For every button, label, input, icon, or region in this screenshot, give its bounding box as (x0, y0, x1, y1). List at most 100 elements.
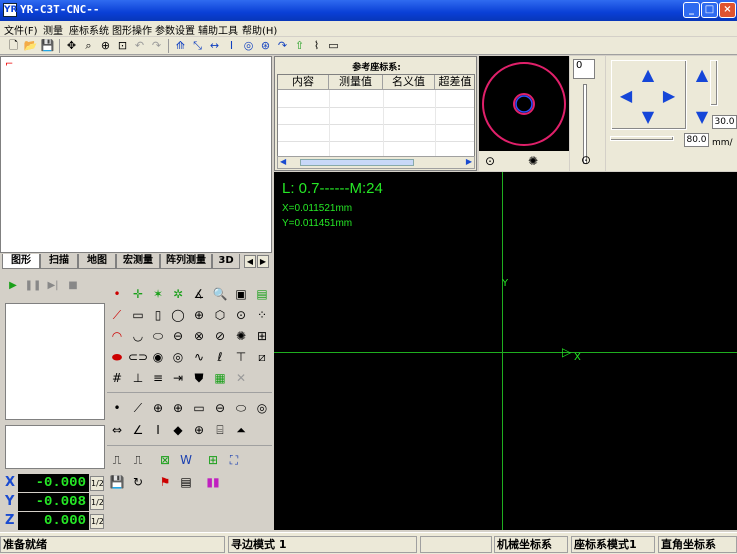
parallel-lines-icon[interactable]: ≡ (148, 368, 168, 388)
clipboard-icon[interactable]: ▤ (176, 472, 196, 492)
scroll-right-icon[interactable]: ▶ (466, 157, 472, 166)
cross-point-icon[interactable]: ✛ (128, 284, 148, 304)
plane-icon[interactable]: ◆ (168, 420, 188, 440)
arc-measure-icon[interactable]: ◠ (107, 326, 127, 346)
jog-down-icon[interactable]: ▼ (638, 107, 658, 127)
frame-icon[interactable]: ⊞ (252, 326, 272, 346)
loop-curve-icon[interactable]: ℓ (210, 347, 230, 367)
coord-resolution-y[interactable]: 1/2 (90, 495, 104, 510)
feature-list[interactable] (5, 303, 105, 420)
graphic-preview[interactable]: ⌐ (0, 56, 272, 253)
tab-scroll-right-icon[interactable]: ▶ (257, 255, 269, 268)
measurement-display[interactable]: L: 0.7------M:24 X=0.011521mm Y=0.011451… (274, 172, 737, 530)
jog-up-icon[interactable]: ▲ (638, 65, 658, 85)
construct-point-icon[interactable]: • (107, 398, 127, 418)
menu-measure[interactable]: 测量 (43, 22, 63, 37)
step-icon[interactable]: ▶| (44, 277, 62, 294)
maximize-button[interactable]: □ (701, 2, 718, 18)
col-header-measured[interactable]: 测量值 (329, 75, 383, 90)
gear-shape-icon[interactable]: ✺ (231, 326, 251, 346)
undo-icon[interactable]: ↶ (132, 38, 147, 53)
step-value[interactable]: 30.0 (712, 115, 737, 129)
circle-outline-icon[interactable]: ◯ (168, 305, 188, 325)
tab-macro-measure[interactable]: 宏测量 (116, 254, 160, 269)
scroll-thumb[interactable] (300, 159, 414, 166)
slot-icon[interactable]: ⬬ (107, 347, 127, 367)
probe-tool-icon[interactable]: ⤡ (190, 38, 205, 53)
hatch-icon[interactable]: ⧄ (252, 347, 272, 367)
zoom-window-icon[interactable]: ⌕ (81, 38, 96, 53)
tab-scroll-left-icon[interactable]: ◀ (244, 255, 256, 268)
point-icon[interactable]: • (107, 284, 127, 304)
arrow-mark-icon[interactable]: ⇥ (168, 368, 188, 388)
zoom-extents-icon[interactable]: ⊡ (115, 38, 130, 53)
zoom-feature-icon[interactable]: 🔍 (210, 284, 230, 304)
calculator-icon[interactable]: ▦ (210, 368, 230, 388)
intersection-icon[interactable]: ✶ (148, 284, 168, 304)
menu-coordinate-system[interactable]: 座标系统 (69, 22, 109, 37)
open-folder-icon[interactable]: 📂 (23, 38, 38, 53)
reference-scrollbar[interactable]: ◀ ▶ (277, 156, 475, 169)
camera-view[interactable] (479, 56, 569, 151)
angle-dim-icon[interactable]: ∠ (128, 420, 148, 440)
delete-icon[interactable]: ✕ (231, 368, 251, 388)
height-gauge-icon[interactable]: ⊤ (231, 347, 251, 367)
tab-scan[interactable]: 扫描 (40, 254, 78, 269)
table-add-icon[interactable]: ⊞ (203, 450, 223, 470)
coord-resolution-x[interactable]: 1/2 (90, 476, 104, 491)
probe-icon[interactable]: ⟰ (173, 38, 188, 53)
col-header-content[interactable]: 内容 (278, 75, 329, 90)
construct-ellipse-icon[interactable]: ⬭ (231, 398, 251, 418)
cone-icon[interactable]: ⏶ (231, 420, 251, 440)
tab-graphic[interactable]: 图形 (2, 254, 40, 269)
concentric-icon[interactable]: ◎ (168, 347, 188, 367)
cylinder-icon[interactable]: ⌸ (210, 420, 230, 440)
ring-icon[interactable]: ◉ (148, 347, 168, 367)
rectangle-icon[interactable]: ▭ (128, 305, 148, 325)
arc-icon[interactable]: ↷ (275, 38, 290, 53)
light-value[interactable]: 0 (573, 59, 595, 79)
jog-right-icon[interactable]: ▶ (659, 86, 679, 106)
sphere-icon[interactable]: ⊕ (189, 420, 209, 440)
image-icon[interactable]: ▣ (231, 284, 251, 304)
grid-icon[interactable]: # (107, 368, 127, 388)
multi-point-icon[interactable]: ✲ (168, 284, 188, 304)
refresh-icon[interactable]: ↻ (128, 472, 148, 492)
tab-map[interactable]: 地图 (78, 254, 116, 269)
menu-help[interactable]: 帮助(H) (242, 22, 277, 37)
rounded-slot-icon[interactable]: ⊂⊃ (128, 347, 148, 367)
angle-icon[interactable]: ◎ (241, 38, 256, 53)
speed-value[interactable]: 80.0 (684, 133, 709, 147)
menu-parameter-settings[interactable]: 参数设置 (155, 22, 195, 37)
spline-icon[interactable]: ∿ (189, 347, 209, 367)
tab-3d[interactable]: 3D (212, 254, 240, 269)
menu-graphic-ops[interactable]: 图形操作 (112, 22, 152, 37)
height-dim-icon[interactable]: Ⅰ (148, 420, 168, 440)
z-down-icon[interactable]: ▼ (692, 107, 712, 127)
zoom-all-icon[interactable]: ⊕ (98, 38, 113, 53)
menu-file[interactable]: 文件(F) (4, 22, 38, 37)
dimension-icon[interactable]: ⇔ (107, 420, 127, 440)
close-button[interactable]: × (719, 2, 736, 18)
z-up-icon[interactable]: ▲ (692, 65, 712, 85)
slot-rect-icon[interactable]: ▯ (148, 305, 168, 325)
rotate-icon[interactable]: ⊛ (258, 38, 273, 53)
redo-icon[interactable]: ↷ (149, 38, 164, 53)
camera-light-icon[interactable]: ✺ (525, 153, 541, 169)
distance-icon[interactable]: ↔ (207, 38, 222, 53)
line-icon[interactable]: ⟋ (107, 305, 127, 325)
ellipse-cross-icon[interactable]: ⊘ (210, 326, 230, 346)
col-header-nominal[interactable]: 名义值 (383, 75, 435, 90)
play-icon[interactable]: ▶ (4, 277, 22, 294)
construct-arc-icon[interactable]: ⊕ (168, 398, 188, 418)
image-capture-icon[interactable]: ▤ (252, 284, 272, 304)
xy-speed-slider[interactable] (610, 136, 674, 141)
col-header-tolerance[interactable]: 超差值 (435, 75, 474, 90)
excel-export-icon[interactable]: ⊠ (155, 450, 175, 470)
report-1-icon[interactable]: ⎍ (107, 450, 127, 470)
construct-slot-icon[interactable]: ⊖ (210, 398, 230, 418)
home-icon[interactable]: ⇧ (292, 38, 307, 53)
fit-view-icon[interactable]: ⛶ (224, 450, 244, 470)
construct-line-icon[interactable]: ⟋ (128, 398, 148, 418)
circle-center-icon[interactable]: ⊙ (231, 305, 251, 325)
